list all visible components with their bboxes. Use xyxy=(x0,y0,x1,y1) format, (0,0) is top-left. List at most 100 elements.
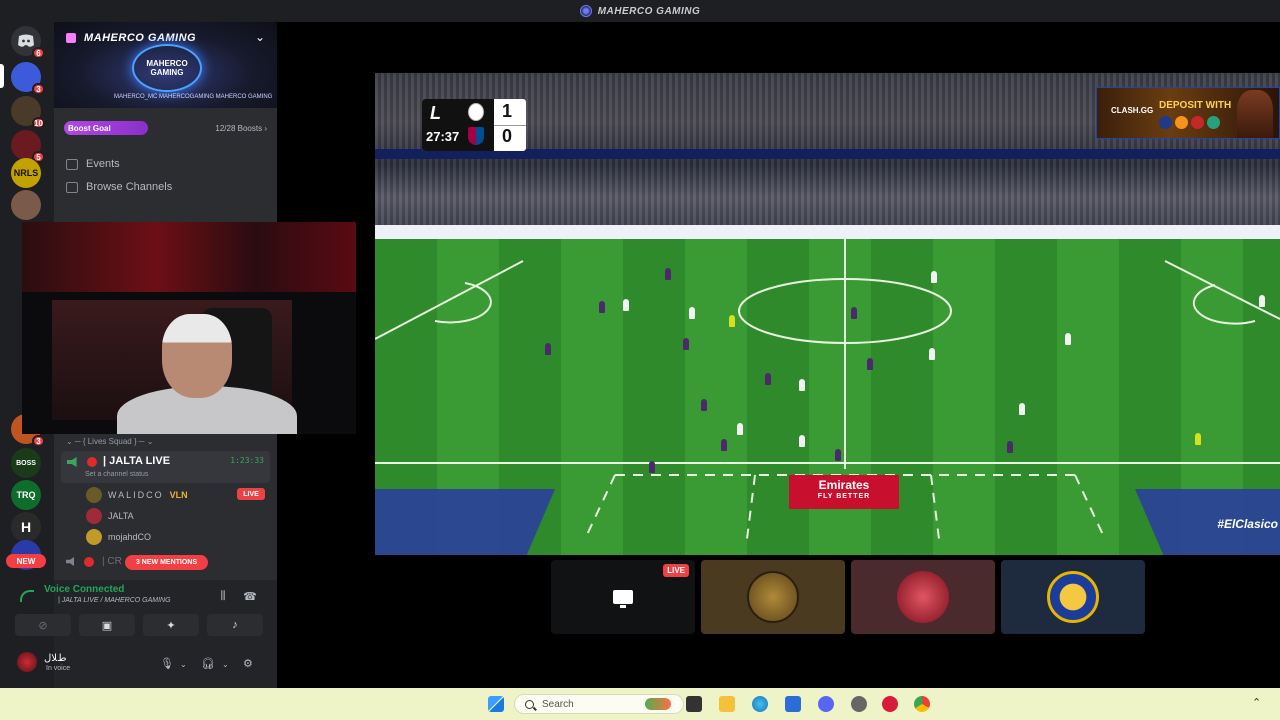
server-name[interactable]: MAHERCO GAMING xyxy=(66,32,196,44)
bitcoin-icon xyxy=(1175,116,1188,129)
edge-browser-icon[interactable] xyxy=(752,696,768,712)
player-home xyxy=(1019,403,1025,415)
server-badge: 3 xyxy=(32,435,45,447)
activities-button[interactable]: ✦ xyxy=(143,614,199,636)
payment-icon xyxy=(1191,116,1204,129)
sponsor-name: Emirates xyxy=(818,478,870,492)
events-link[interactable]: Events xyxy=(66,158,120,170)
boost-count: 12/28 Boosts › xyxy=(215,123,267,133)
file-explorer-icon[interactable] xyxy=(719,696,735,712)
player-away xyxy=(867,358,873,370)
screen-share-button[interactable]: ▣ xyxy=(79,614,135,636)
player-home xyxy=(799,435,805,447)
headphones-icon[interactable]: 🎧︎ xyxy=(201,657,215,670)
speaker-icon xyxy=(67,457,77,467)
voice-member[interactable]: JALTA xyxy=(86,508,134,524)
search-placeholder: Search xyxy=(542,698,574,710)
player-away xyxy=(545,343,551,355)
new-unreads-badge[interactable]: NEW xyxy=(6,554,46,568)
window-title-bar: MAHERCO GAMING xyxy=(0,0,1280,22)
voice-channel-jalta-live[interactable]: | JALTA LIVE 1:23:33 Set a channel statu… xyxy=(61,451,270,483)
player-home xyxy=(737,423,743,435)
browse-channels-link[interactable]: Browse Channels xyxy=(66,181,172,193)
activities-icon: ✦ xyxy=(166,619,176,632)
live-badge[interactable]: LIVE xyxy=(237,488,265,500)
stream-video[interactable]: L 27:37 1 0 CLASH.GG DEPOSIT WITH Emirat… xyxy=(375,73,1280,555)
camera-off-icon: ⊘ xyxy=(38,619,48,632)
broadcast-hashtag: #ElClasico xyxy=(1217,517,1278,531)
user-avatar[interactable] xyxy=(17,652,37,672)
voice-channel-name: | JALTA LIVE xyxy=(103,455,171,467)
voice-member[interactable]: WALIDCO VLN xyxy=(86,487,188,503)
camera-button[interactable]: ⊘ xyxy=(15,614,71,636)
server-home-icon xyxy=(66,33,76,43)
boost-goal-bar[interactable]: Boost Goal 12/28 Boosts › xyxy=(64,120,267,136)
chevron-down-icon[interactable]: ⌄ xyxy=(255,30,265,44)
store-icon[interactable] xyxy=(785,696,801,712)
list-icon xyxy=(66,181,78,193)
server-icon-boss[interactable]: BOSS xyxy=(11,448,41,478)
disconnect-icon[interactable]: ☎ xyxy=(243,590,257,603)
window-title-text: MAHERCO GAMING xyxy=(597,5,701,17)
player-away xyxy=(665,268,671,280)
channel-status-placeholder[interactable]: Set a channel status xyxy=(85,471,148,478)
ad-character xyxy=(1237,90,1273,138)
soundboard-button[interactable]: ♪ xyxy=(207,614,263,636)
signal-icon[interactable] xyxy=(20,590,34,602)
category-header[interactable]: ⌄ ─ { Lives Squad } ─ ⌄ xyxy=(66,437,153,446)
server-name-text: MAHERCO GAMING xyxy=(84,32,197,44)
live-dot-icon xyxy=(87,457,97,467)
home-score: 1 xyxy=(502,101,513,121)
participant-tile[interactable] xyxy=(851,560,995,634)
chevron-down-icon[interactable]: ⌄ xyxy=(222,660,229,669)
taskbar-search[interactable]: Search xyxy=(514,694,684,714)
participant-tile-stream[interactable]: LIVE xyxy=(551,560,695,634)
payment-icon xyxy=(1159,116,1172,129)
member-name: mojahdCO xyxy=(108,532,152,542)
discord-home-icon[interactable]: 6 xyxy=(11,26,45,59)
server-icon[interactable]: 10 xyxy=(11,96,45,129)
avatar xyxy=(1047,571,1099,623)
voice-member[interactable]: mojahdCO xyxy=(86,529,151,545)
webcam-backdrop xyxy=(22,222,356,292)
server-icon[interactable]: 5 xyxy=(11,130,45,163)
task-view-icon[interactable] xyxy=(686,696,702,712)
server-icon-trq[interactable]: TRQ xyxy=(11,480,41,510)
chevron-up-icon[interactable]: ⌃ xyxy=(1252,696,1261,709)
player-away xyxy=(683,338,689,350)
server-badge: 3 xyxy=(32,83,45,95)
player-home xyxy=(929,348,935,360)
server-icon-h[interactable]: H xyxy=(11,512,41,542)
avatar xyxy=(897,571,949,623)
player-home xyxy=(799,379,805,391)
start-menu-icon[interactable] xyxy=(488,696,504,712)
server-icon-nrls[interactable]: NRLS xyxy=(11,158,41,188)
user-name[interactable]: ﻁﻼﻝ xyxy=(44,653,66,664)
noise-suppression-icon[interactable]: ⫼ xyxy=(216,590,230,602)
avatar xyxy=(86,508,102,524)
server-icon-maherco[interactable]: 3 xyxy=(11,62,45,95)
voice-connected-status[interactable]: Voice Connected xyxy=(44,584,124,595)
settings-icon[interactable] xyxy=(851,696,867,712)
player-away xyxy=(701,399,707,411)
voice-channel-timer: 1:23:33 xyxy=(230,456,264,465)
chevron-down-icon[interactable]: ⌄ xyxy=(180,660,187,669)
app-icon[interactable] xyxy=(882,696,898,712)
player-away xyxy=(599,301,605,313)
chrome-icon[interactable] xyxy=(914,696,930,712)
microphone-icon[interactable]: 🎙︎ xyxy=(160,657,174,670)
server-icon[interactable] xyxy=(11,190,41,220)
avatar xyxy=(747,571,799,623)
participant-tile[interactable] xyxy=(1001,560,1145,634)
voice-channel-cr[interactable]: | CR xyxy=(66,556,122,567)
server-label: H xyxy=(20,519,32,535)
server-banner[interactable]: MAHERCO GAMING ⌄ MAHERCO GAMING MAHERCO_… xyxy=(54,22,277,108)
referee xyxy=(729,315,735,327)
settings-gear-icon[interactable]: ⚙ xyxy=(243,657,253,670)
discord-icon[interactable] xyxy=(818,696,834,712)
participant-tile[interactable] xyxy=(701,560,845,634)
events-label: Events xyxy=(86,158,120,170)
new-mentions-pill[interactable]: 3 NEW MENTIONS xyxy=(125,555,208,570)
league-logo-icon: L xyxy=(430,103,441,123)
voice-channel-path[interactable]: | JALTA LIVE / MAHERCO GAMING xyxy=(58,597,171,604)
